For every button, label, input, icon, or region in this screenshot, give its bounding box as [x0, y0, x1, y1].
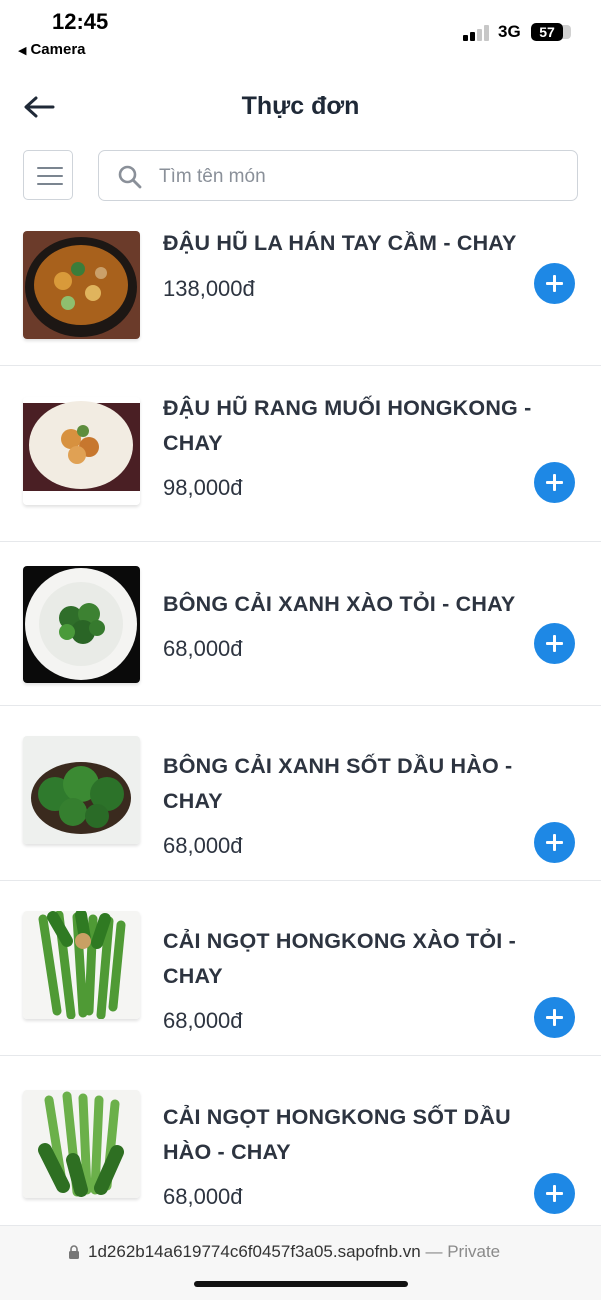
product-name: ĐẬU HŨ RANG MUỐI HONGKONG - CHAY — [163, 396, 532, 455]
product-name: ĐẬU HŨ LA HÁN TAY CẦM - CHAY — [163, 231, 517, 255]
status-bar: 12:45 ◀ Camera 3G 57 — [0, 0, 601, 64]
product-item[interactable]: CẢI NGỌT HONGKONG SỐT DẦU HÀO - CHAY 68,… — [0, 1056, 601, 1226]
product-price: 68,000đ — [163, 1184, 243, 1209]
network-type: 3G — [498, 22, 521, 41]
product-price: 68,000đ — [163, 636, 243, 661]
product-price: 68,000đ — [163, 833, 243, 858]
home-indicator[interactable] — [194, 1281, 408, 1287]
search-input[interactable] — [157, 161, 561, 193]
add-to-cart-button[interactable] — [534, 822, 575, 863]
private-mode-label: — Private — [425, 1242, 501, 1261]
product-item[interactable]: CẢI NGỌT HONGKONG XÀO TỎI - CHAY 68,000đ — [0, 881, 601, 1056]
add-to-cart-button[interactable] — [534, 623, 575, 664]
add-to-cart-button[interactable] — [534, 1173, 575, 1214]
hamburger-line — [37, 183, 63, 185]
product-image — [23, 911, 140, 1019]
add-to-cart-button[interactable] — [534, 462, 575, 503]
url-text: 1d262b14a619774c6f0457f3a05.sapofnb.vn —… — [88, 1242, 500, 1262]
product-item[interactable]: BÔNG CẢI XANH SỐT DẦU HÀO - CHAY 68,000đ — [0, 706, 601, 881]
battery-icon: 57 — [531, 23, 571, 41]
product-item[interactable]: BÔNG CẢI XANH XÀO TỎI - CHAY 68,000đ — [0, 542, 601, 706]
product-item[interactable]: ĐẬU HŨ LA HÁN TAY CẦM - CHAY 138,000đ — [0, 220, 601, 366]
page-title: Thực đơn — [241, 92, 360, 120]
hamburger-menu-icon — [37, 167, 63, 169]
back-triangle-icon: ◀ — [18, 45, 27, 57]
search-icon — [118, 165, 142, 189]
url-domain: 1d262b14a619774c6f0457f3a05.sapofnb.vn — [88, 1242, 421, 1261]
product-image — [23, 231, 140, 339]
product-image — [23, 566, 140, 683]
back-app-label: Camera — [30, 41, 86, 58]
search-box[interactable] — [98, 150, 578, 201]
back-to-app-link[interactable]: ◀ Camera — [18, 41, 86, 58]
browser-url-bar[interactable]: 1d262b14a619774c6f0457f3a05.sapofnb.vn —… — [0, 1226, 601, 1300]
product-price: 138,000đ — [163, 276, 255, 301]
product-image — [23, 736, 140, 844]
product-name: CẢI NGỌT HONGKONG XÀO TỎI - CHAY — [163, 929, 516, 988]
add-to-cart-button[interactable] — [534, 263, 575, 304]
status-time: 12:45 — [52, 9, 109, 34]
product-image — [23, 1090, 140, 1198]
product-price: 68,000đ — [163, 1008, 243, 1033]
product-name: BÔNG CẢI XANH SỐT DẦU HÀO - CHAY — [163, 754, 513, 813]
lock-icon — [69, 1245, 79, 1259]
product-item[interactable]: ĐẬU HŨ RANG MUỐI HONGKONG - CHAY 98,000đ — [0, 366, 601, 542]
product-name: BÔNG CẢI XANH XÀO TỎI - CHAY — [163, 592, 516, 616]
signal-strength-icon — [463, 25, 491, 41]
category-menu-button[interactable] — [23, 150, 73, 200]
hamburger-line — [37, 175, 63, 177]
product-price: 98,000đ — [163, 475, 243, 500]
add-to-cart-button[interactable] — [534, 997, 575, 1038]
product-name: CẢI NGỌT HONGKONG SỐT DẦU HÀO - CHAY — [163, 1105, 511, 1164]
app-header: Thực đơn — [0, 80, 601, 136]
product-image — [23, 397, 140, 505]
